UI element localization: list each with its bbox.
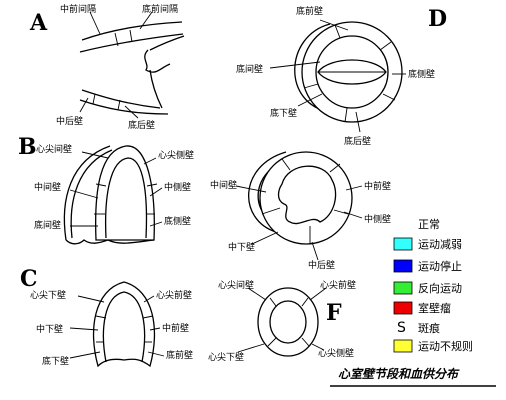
panel-d: D 底前壁 底间壁 底下壁 底侧壁 底后壁	[236, 5, 447, 147]
label-f-apical-inferior: 心尖下壁	[208, 351, 244, 363]
label-a-mid-posterior: 中后壁	[56, 115, 83, 127]
panel-d-letter: D	[428, 6, 447, 32]
label-bs-mid-septum: 中间壁	[210, 179, 237, 191]
label-d-basal-lateral: 底侧壁	[408, 68, 435, 80]
panel-bs-leader-4	[251, 231, 279, 245]
legend-label-2: 运动停止	[418, 259, 462, 273]
label-d-basal-anterior: 底前壁	[296, 5, 323, 17]
panel-f: F 心尖间壁 心尖前壁 心尖下壁 心尖侧壁	[208, 279, 356, 363]
panel-a: A 中前间隔 底前间隔 中后壁 底后壁	[29, 3, 185, 131]
label-d-basal-posterior: 底后壁	[344, 135, 371, 147]
label-f-apical-lateral: 心尖侧壁	[318, 347, 354, 359]
panel-a-post-divider-2	[117, 99, 121, 111]
legend-swatch-2	[393, 259, 413, 273]
panel-c-letter: C	[20, 266, 38, 292]
panel-c-leader-1	[77, 295, 105, 303]
panel-a-mitral	[144, 49, 171, 73]
panel-c: C 心尖下壁 心尖前壁 中下壁 中前壁 底下壁 底前壁	[20, 266, 193, 368]
label-f-apical-septum: 心尖间壁	[218, 279, 254, 291]
legend-label-0: 正常	[418, 218, 440, 231]
legend-swatch-1	[393, 237, 413, 251]
label-d-basal-inferior: 底下壁	[270, 107, 297, 119]
label-bs-mid-lateral: 中侧壁	[364, 213, 391, 225]
caption: 心室壁节段和血供分布	[338, 367, 460, 381]
panel-f-letter: F	[326, 300, 342, 326]
diagram-canvas: A 中前间隔 底前间隔 中后壁 底后壁 D 底前壁 底间壁 底下壁 底侧壁 底后…	[18, 3, 496, 387]
label-c-apical-anterior: 心尖前壁	[156, 289, 192, 301]
label-f-apical-anterior: 心尖前壁	[320, 279, 356, 291]
legend: 正常 运动减弱 运动停止 反向运动 室壁瘤 S 斑痕 运动不规则	[393, 218, 473, 353]
panel-b-left: B 心尖间壁 心尖侧壁 中间壁 中侧壁 底间壁 底侧壁	[18, 134, 194, 245]
label-bs-mid-inferior: 中下壁	[228, 241, 255, 253]
label-b-basal-lateral: 底侧壁	[164, 215, 191, 227]
panel-a-letter: A	[29, 10, 48, 36]
label-bs-mid-posterior: 中后壁	[308, 259, 335, 271]
legend-scar-glyph: S	[397, 320, 406, 336]
panel-f-leader-3	[237, 343, 265, 353]
label-a-mid-anterior-septum: 中前间隔	[60, 3, 96, 15]
label-c-basal-inferior: 底下壁	[42, 355, 69, 367]
label-b-basal-septum: 底间壁	[34, 219, 61, 231]
panel-a-posterior-base	[149, 69, 163, 109]
panel-a-post-divider-1	[92, 93, 96, 105]
label-b-mid-lateral: 中侧壁	[164, 181, 191, 193]
label-c-basal-anterior: 底前壁	[166, 349, 193, 361]
caption-block: 心室壁节段和血供分布	[330, 367, 496, 387]
label-a-basal-anterior-septum: 底前间隔	[142, 3, 178, 15]
label-b-apical-lateral: 心尖侧壁	[158, 149, 194, 161]
legend-swatch-4	[393, 301, 413, 315]
legend-label-3: 反向运动	[418, 281, 462, 295]
panel-a-leader-1	[89, 11, 101, 35]
panel-a-septum-outer	[81, 21, 183, 41]
legend-swatch-6	[393, 339, 413, 353]
label-c-mid-inferior: 中下壁	[36, 323, 63, 335]
label-bs-mid-anterior: 中前壁	[364, 180, 391, 192]
label-c-mid-anterior: 中前壁	[162, 322, 189, 334]
panel-b-leader-2	[143, 157, 157, 165]
label-b-apical-septum: 心尖间壁	[36, 143, 72, 155]
legend-swatch-3	[393, 281, 413, 295]
panel-b-letter: B	[18, 134, 37, 160]
label-a-basal-posterior: 底后壁	[128, 119, 155, 131]
legend-label-4: 室壁瘤	[418, 301, 451, 315]
panel-a-septum-divider-2	[129, 29, 133, 43]
diagram-stage: A 中前间隔 底前间隔 中后壁 底后壁 D 底前壁 底间壁 底下壁 底侧壁 底后…	[0, 0, 506, 400]
label-b-mid-septum: 中间壁	[34, 181, 61, 193]
label-c-apical-inferior: 心尖下壁	[30, 289, 66, 301]
legend-label-5: 斑痕	[418, 321, 440, 335]
legend-label-6: 运动不规则	[418, 339, 473, 353]
label-d-basal-septum: 底间壁	[236, 63, 263, 75]
panel-bs-leader-5	[311, 241, 319, 261]
panel-c-lv-outer	[92, 281, 156, 368]
legend-label-1: 运动减弱	[418, 238, 462, 251]
panel-b-right: 中间壁 中前壁 中侧壁 中下壁 中后壁	[210, 151, 391, 271]
